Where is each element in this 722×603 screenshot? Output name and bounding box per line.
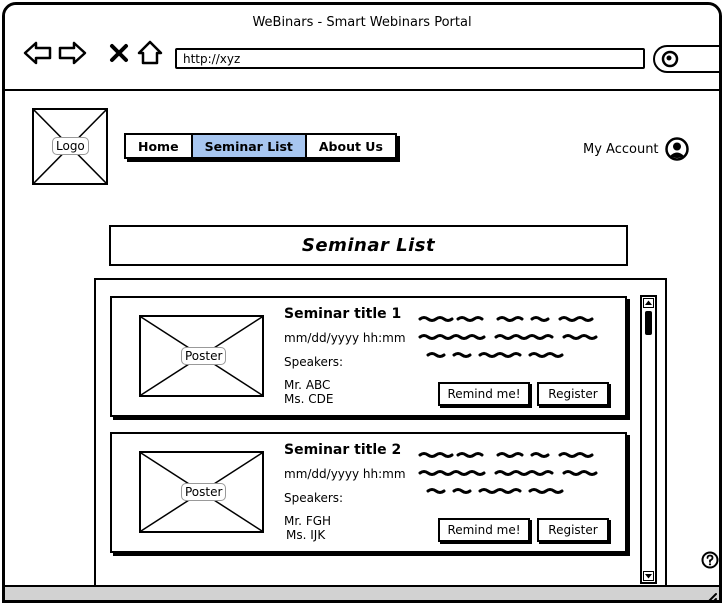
browser-window: WeBinars - Smart Webinars Portal Logo Ho… — [2, 2, 722, 603]
url-input[interactable] — [175, 48, 645, 69]
help-icon[interactable] — [701, 551, 719, 569]
speaker-name: Mr. FGH — [284, 514, 332, 528]
tab-home[interactable]: Home — [126, 135, 193, 157]
speaker-name: Ms. IJK — [286, 528, 326, 542]
list-scrollbar[interactable] — [640, 295, 657, 584]
speakers-label: Speakers: — [284, 355, 344, 369]
scroll-down-icon[interactable] — [643, 571, 654, 581]
seminar-list-panel: Poster Seminar title 1 mm/dd/yyyy hh:mm … — [94, 278, 667, 598]
window-title: WeBinars - Smart Webinars Portal — [252, 15, 472, 30]
scroll-thumb[interactable] — [645, 311, 652, 335]
status-bar — [5, 585, 719, 603]
description-scribble — [418, 316, 598, 358]
speakers-label: Speakers: — [284, 491, 344, 505]
home-icon[interactable] — [137, 40, 163, 70]
close-icon[interactable] — [109, 43, 129, 67]
resize-grip-icon[interactable] — [703, 591, 717, 603]
seminar-card: Poster Seminar title 1 mm/dd/yyyy hh:mm … — [110, 296, 627, 417]
seminar-datetime: mm/dd/yyyy hh:mm — [284, 331, 406, 345]
my-account-link[interactable]: My Account — [583, 137, 689, 161]
seminar-title[interactable]: Seminar title 2 — [284, 442, 401, 458]
logo: Logo — [32, 108, 108, 185]
tab-seminar-list[interactable]: Seminar List — [192, 135, 307, 157]
register-button[interactable]: Register — [537, 518, 609, 542]
arrow-left-icon[interactable] — [23, 41, 53, 69]
browser-titlebar: WeBinars - Smart Webinars Portal — [5, 5, 719, 91]
remind-me-button[interactable]: Remind me! — [438, 382, 530, 406]
user-icon — [664, 137, 689, 161]
description-scribble — [418, 452, 598, 494]
scroll-up-icon[interactable] — [643, 298, 654, 308]
remind-me-button[interactable]: Remind me! — [438, 518, 530, 542]
seminar-title[interactable]: Seminar title 1 — [284, 306, 401, 322]
main-nav-tabs: Home Seminar List About Us — [124, 133, 397, 159]
arrow-right-icon[interactable] — [57, 41, 87, 69]
logo-label: Logo — [52, 137, 89, 155]
register-button[interactable]: Register — [537, 382, 609, 406]
poster-label: Poster — [181, 483, 227, 501]
speaker-name: Mr. ABC — [284, 378, 331, 392]
page-title: Seminar List — [301, 235, 436, 256]
poster-image: Poster — [139, 451, 264, 533]
tab-about-us[interactable]: About Us — [307, 135, 395, 157]
poster-image: Poster — [139, 315, 264, 397]
account-label: My Account — [583, 141, 659, 157]
poster-label: Poster — [181, 347, 227, 365]
seminar-card: Poster Seminar title 2 mm/dd/yyyy hh:mm … — [110, 432, 627, 553]
speaker-name: Ms. CDE — [284, 392, 334, 406]
seminar-datetime: mm/dd/yyyy hh:mm — [284, 467, 406, 481]
search-box[interactable] — [653, 45, 719, 73]
page-title-box: Seminar List — [109, 225, 628, 266]
search-icon — [661, 50, 679, 68]
